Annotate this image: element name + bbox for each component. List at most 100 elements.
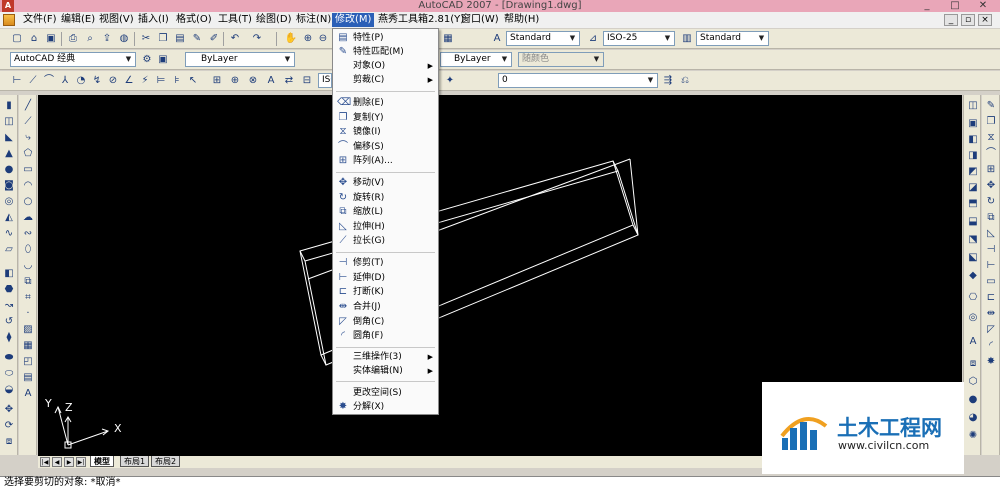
zoom-window-icon[interactable]: ⊖ [316,32,330,46]
tab-layout1[interactable]: 布局1 [120,456,150,467]
sweep-icon[interactable]: ↝ [2,299,16,313]
circle-icon[interactable]: ○ [21,195,35,209]
region-icon[interactable]: ◰ [21,355,35,369]
next-tab-icon[interactable]: ▶ [64,457,74,467]
dim-style-manager-icon[interactable]: ⊟ [300,74,314,88]
copy-object-icon[interactable]: ❐ [984,115,998,129]
minimize-button[interactable]: _ [913,0,941,12]
menu-item-copy[interactable]: ❐ 复制(Y) [335,111,436,125]
erase-icon[interactable]: ✎ [984,99,998,113]
line-icon[interactable]: ╱ [21,99,35,113]
menu-view[interactable]: 视图(V) [96,13,137,27]
subtract-icon[interactable]: ⬭ [2,367,16,381]
sphere-icon[interactable]: ● [2,163,16,177]
menu-help[interactable]: 帮助(H) [501,13,542,27]
table-style-select[interactable]: Standard ▼ [696,31,769,46]
dim-style-icon[interactable]: ⊿ [586,32,600,46]
menu-item-mirror[interactable]: ⧖ 镜像(I) [335,125,436,139]
fillet-icon[interactable]: ◜ [984,339,998,353]
menu-item-3d-operations[interactable]: 三维操作(3) ▶ [335,350,436,364]
layer-state-icon[interactable]: ✦ [443,74,457,88]
undo-icon[interactable]: ↶ [228,32,242,46]
menu-modify[interactable]: 修改(M) [332,13,375,27]
leader-icon[interactable]: ↖ [186,74,200,88]
linetype-select[interactable]: ByLayer ▼ [440,52,512,67]
make-block-icon[interactable]: ⌗ [21,291,35,305]
construction-line-icon[interactable]: ⟋ [21,115,35,129]
globe-icon[interactable]: ◍ [117,32,131,46]
torus-icon[interactable]: ◎ [2,195,16,209]
make-layer-current-icon[interactable]: ⇶ [661,74,675,88]
menu-item-solid-editing[interactable]: 实体编辑(N) ▶ [335,364,436,378]
mdi-minimize-button[interactable]: _ [944,14,958,26]
table-icon[interactable]: ▤ [21,371,35,385]
menu-item-object[interactable]: 对象(O) ▶ [335,59,436,73]
baseline-dim-icon[interactable]: ⊨ [154,74,168,88]
cut-icon[interactable]: ✂ [139,32,153,46]
revolve-icon[interactable]: ↺ [2,315,16,329]
3d-align-icon[interactable]: ⧈ [2,435,16,449]
stretch-icon[interactable]: ◺ [984,227,998,241]
intersect-icon[interactable]: ◒ [2,383,16,397]
mdi-restore-button[interactable]: ▫ [961,14,975,26]
close-button[interactable]: ✕ [969,0,997,12]
orbit-icon[interactable]: ◎ [966,311,980,325]
offset-icon[interactable]: ⌒ [984,147,998,161]
multiline-text-icon[interactable]: A [21,387,35,401]
lock-toolbar-icon[interactable]: ▣ [156,53,170,67]
menu-draw[interactable]: 绘图(D) [253,13,295,27]
rectangle-icon[interactable]: ▭ [21,163,35,177]
new-file-icon[interactable]: ▢ [10,32,24,46]
continue-dim-icon[interactable]: ⊧ [170,74,184,88]
menu-item-fillet[interactable]: ◜ 圆角(F) [335,329,436,343]
front-view-icon[interactable]: ◪ [966,181,980,195]
chamfer-icon[interactable]: ◸ [984,323,998,337]
command-line[interactable]: 选择要剪切的对象: *取消* [0,476,1000,489]
menu-item-scale[interactable]: ⧉ 缩放(L) [335,205,436,219]
text-style-icon[interactable]: A [490,32,504,46]
match-properties-icon[interactable]: ✎ [190,32,204,46]
dim-style-mini-select[interactable]: ISO [318,73,332,88]
menu-item-rotate[interactable]: ↻ 旋转(R) [335,191,436,205]
dim-update-icon[interactable]: ⇄ [282,74,296,88]
menu-item-clip[interactable]: 剪裁(C) ▶ [335,73,436,87]
arc-icon[interactable]: ◠ [21,179,35,193]
scale-icon[interactable]: ⧉ [984,211,998,225]
bottom-view-icon[interactable]: ◧ [966,133,980,147]
loft-icon[interactable]: ⧫ [2,331,16,345]
menu-item-erase[interactable]: ⌫ 删除(E) [335,96,436,110]
camera-icon[interactable]: ⎔ [966,291,980,305]
menu-item-properties[interactable]: ▤ 特性(P) [335,31,436,45]
3d-move-icon[interactable]: ✥ [2,403,16,417]
menu-item-offset[interactable]: ⌒ 偏移(S) [335,140,436,154]
cone-icon[interactable]: ▲ [2,147,16,161]
right-view-icon[interactable]: ◩ [966,165,980,179]
menu-dimension[interactable]: 标注(N) [293,13,334,27]
revision-cloud-icon[interactable]: ☁ [21,211,35,225]
cylinder-icon[interactable]: ◙ [2,179,16,193]
menu-item-join[interactable]: ⇹ 合并(J) [335,300,436,314]
menu-item-lengthen[interactable]: ⟋ 拉长(G) [335,234,436,248]
point-icon[interactable]: · [21,307,35,321]
menu-edit[interactable]: 编辑(E) [58,13,98,27]
redo-icon[interactable]: ↷ [250,32,264,46]
text-style-select[interactable]: Standard ▼ [506,31,580,46]
back-view-icon[interactable]: ⬒ [966,197,980,211]
menu-item-explode[interactable]: ✸ 分解(X) [335,400,436,414]
tab-layout2[interactable]: 布局2 [151,456,181,467]
last-tab-icon[interactable]: ▶| [76,457,86,467]
move-icon[interactable]: ✥ [984,179,998,193]
ellipse-icon[interactable]: ⬯ [21,243,35,257]
pan-icon[interactable]: ✋ [284,32,298,46]
angular-dim-icon[interactable]: ∠ [122,74,136,88]
helix-icon[interactable]: ∿ [2,227,16,241]
mdi-close-button[interactable]: × [978,14,992,26]
menu-item-change-space[interactable]: 更改空间(S) [335,386,436,400]
top-view-icon[interactable]: ▣ [966,117,980,131]
wedge-icon[interactable]: ◣ [2,131,16,145]
hexagon-icon[interactable]: ⬡ [966,375,980,389]
quick-dim-icon[interactable]: ⚡ [138,74,152,88]
dim-edit-icon[interactable]: ⊗ [246,74,260,88]
menu-insert[interactable]: 插入(I) [135,13,172,27]
zoom-realtime-icon[interactable]: ⊕ [301,32,315,46]
